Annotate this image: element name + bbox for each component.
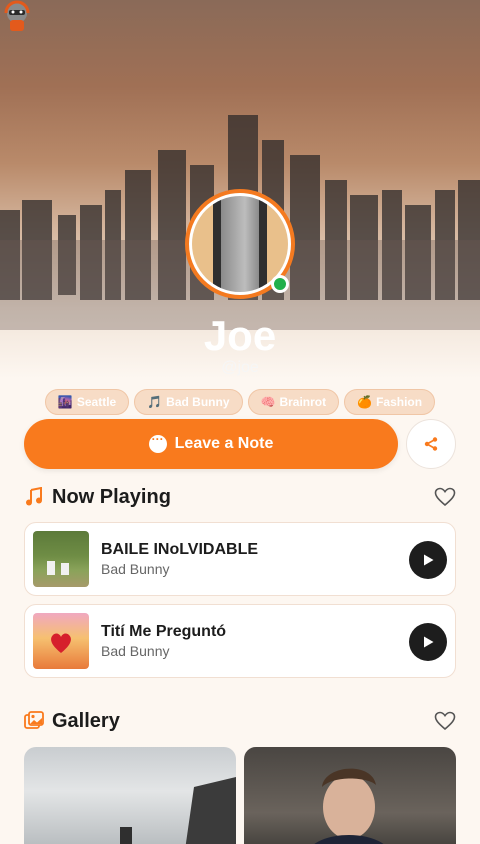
tag-bad-bunny[interactable]: 🎵 Bad Bunny	[134, 389, 243, 415]
track-artist: Bad Bunny	[101, 561, 170, 577]
heart-icon[interactable]	[434, 487, 456, 507]
music-note-icon	[26, 487, 42, 506]
gallery-header: Gallery	[24, 708, 456, 734]
gallery-title: Gallery	[52, 709, 120, 732]
track-item[interactable]: Tití Me Preguntó Bad Bunny	[24, 604, 456, 678]
now-playing-title: Now Playing	[52, 485, 171, 508]
gallery-photo[interactable]	[24, 747, 236, 844]
track-artist: Bad Bunny	[101, 643, 170, 659]
gallery-photo[interactable]	[244, 747, 456, 844]
tag-label: Fashion	[376, 395, 423, 409]
profile-handle: @joe	[221, 359, 259, 376]
play-icon	[424, 554, 434, 566]
play-button[interactable]	[409, 541, 447, 579]
image-gallery-icon	[24, 711, 44, 729]
brain-icon: 🧠	[260, 395, 276, 409]
city-icon: 🌆	[57, 395, 73, 409]
tag-brainrot[interactable]: 🧠 Brainrot	[247, 389, 340, 415]
tag-label: Bad Bunny	[166, 395, 230, 409]
chat-bubble-icon	[148, 432, 167, 453]
raccoon-headphones-mascot-icon	[4, 0, 30, 31]
play-icon	[424, 636, 434, 648]
tag-label: Seattle	[76, 395, 117, 409]
now-playing-header: Now Playing	[24, 484, 456, 510]
leave-note-button[interactable]: Leave a Note	[24, 419, 398, 469]
heart-icon[interactable]	[434, 711, 456, 731]
online-status-indicator	[271, 275, 289, 293]
track-title: Tití Me Preguntó	[101, 623, 227, 640]
orange-icon: 🍊	[357, 395, 373, 409]
tag-seattle[interactable]: 🌆 Seattle	[44, 389, 130, 415]
album-cover	[33, 613, 89, 669]
track-title: BAILE INoLVIDABLE	[101, 541, 259, 558]
share-button[interactable]	[406, 419, 456, 469]
tag-label: Brainrot	[279, 395, 327, 409]
profile-name: Joe	[203, 312, 277, 359]
tag-fashion[interactable]: 🍊 Fashion	[344, 389, 436, 415]
music-note-icon: 🎵	[147, 395, 163, 409]
share-icon	[424, 437, 438, 451]
album-cover	[33, 531, 89, 587]
leave-note-label: Leave a Note	[174, 435, 274, 452]
play-button[interactable]	[409, 623, 447, 661]
track-item[interactable]: BAILE INoLVIDABLE Bad Bunny	[24, 522, 456, 596]
interest-tags: 🌆 Seattle 🎵 Bad Bunny 🧠 Brainrot 🍊 Fashi…	[0, 389, 480, 415]
